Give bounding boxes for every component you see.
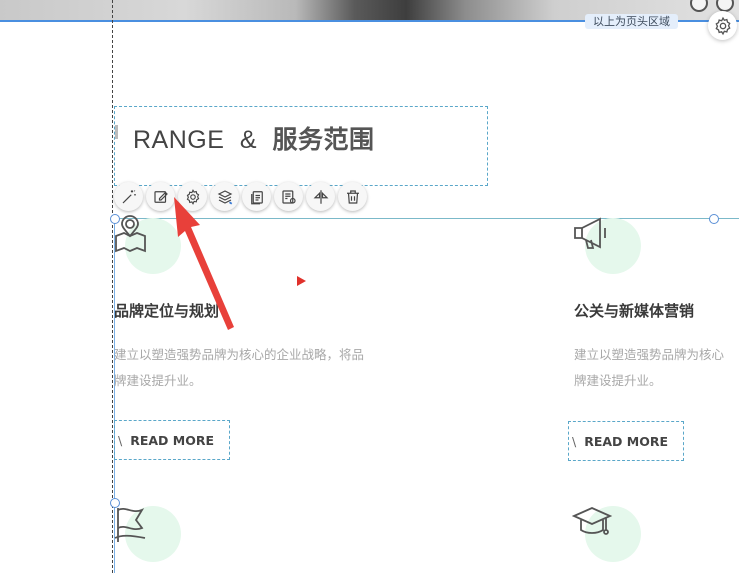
service-description-line1: 建立以塑造强势品牌为核心的企业战略，将品 xyxy=(114,347,365,362)
layers-button[interactable] xyxy=(210,182,239,211)
service-description-line2: 牌建设提升业。 xyxy=(574,373,662,388)
service-description-line2: 牌建设提升业。 xyxy=(114,373,202,388)
slash-decoration: \ xyxy=(572,433,577,449)
settings-icon xyxy=(186,188,199,205)
red-play-marker xyxy=(297,276,306,286)
magic-wand-icon xyxy=(122,189,136,203)
slash-decoration: \ xyxy=(118,432,123,448)
graduation-cap-icon xyxy=(572,507,612,535)
copy-icon xyxy=(250,190,263,204)
read-more-label: READ MORE xyxy=(130,432,215,448)
section-title-cn: 服务范围 xyxy=(272,126,375,154)
header-settings-button[interactable] xyxy=(708,11,737,40)
read-more-button[interactable]: \ READ MORE xyxy=(568,421,684,461)
delete-button[interactable] xyxy=(338,182,367,211)
megaphone-icon xyxy=(574,217,606,249)
module-toolbar xyxy=(114,182,367,211)
service-description-line1: 建立以塑造强势品牌为核心 xyxy=(574,347,725,362)
settings-button[interactable] xyxy=(178,182,207,211)
service-title: 公关与新媒体营销 xyxy=(574,302,695,320)
delete-icon xyxy=(346,189,359,204)
editor-guide-line xyxy=(112,0,113,573)
resize-handle-right[interactable] xyxy=(709,214,719,224)
header-region-label: 以上为页头区域 xyxy=(585,14,678,29)
selection-top-edge xyxy=(114,218,739,219)
edit-icon xyxy=(153,190,168,203)
read-more-button[interactable]: \ READ MORE xyxy=(114,420,230,460)
flip-button[interactable] xyxy=(306,182,335,211)
flag-icon xyxy=(114,507,146,542)
section-title-separator: & xyxy=(239,126,258,154)
flip-icon xyxy=(313,189,328,204)
section-title-en: RANGE xyxy=(133,126,225,154)
copy-button[interactable] xyxy=(242,182,271,211)
content-settings-button[interactable] xyxy=(274,182,303,211)
title-decoration xyxy=(115,125,118,139)
service-title: 品牌定位与规划 xyxy=(114,302,220,320)
content-settings-icon xyxy=(281,189,296,204)
read-more-label: READ MORE xyxy=(584,433,669,449)
gear-icon xyxy=(714,16,731,35)
map-location-icon xyxy=(115,215,146,253)
magic-wand-button[interactable] xyxy=(114,182,143,211)
edit-button[interactable] xyxy=(146,182,175,211)
layers-icon xyxy=(217,189,232,204)
section-title: RANGE & 服务范围 xyxy=(133,120,375,156)
